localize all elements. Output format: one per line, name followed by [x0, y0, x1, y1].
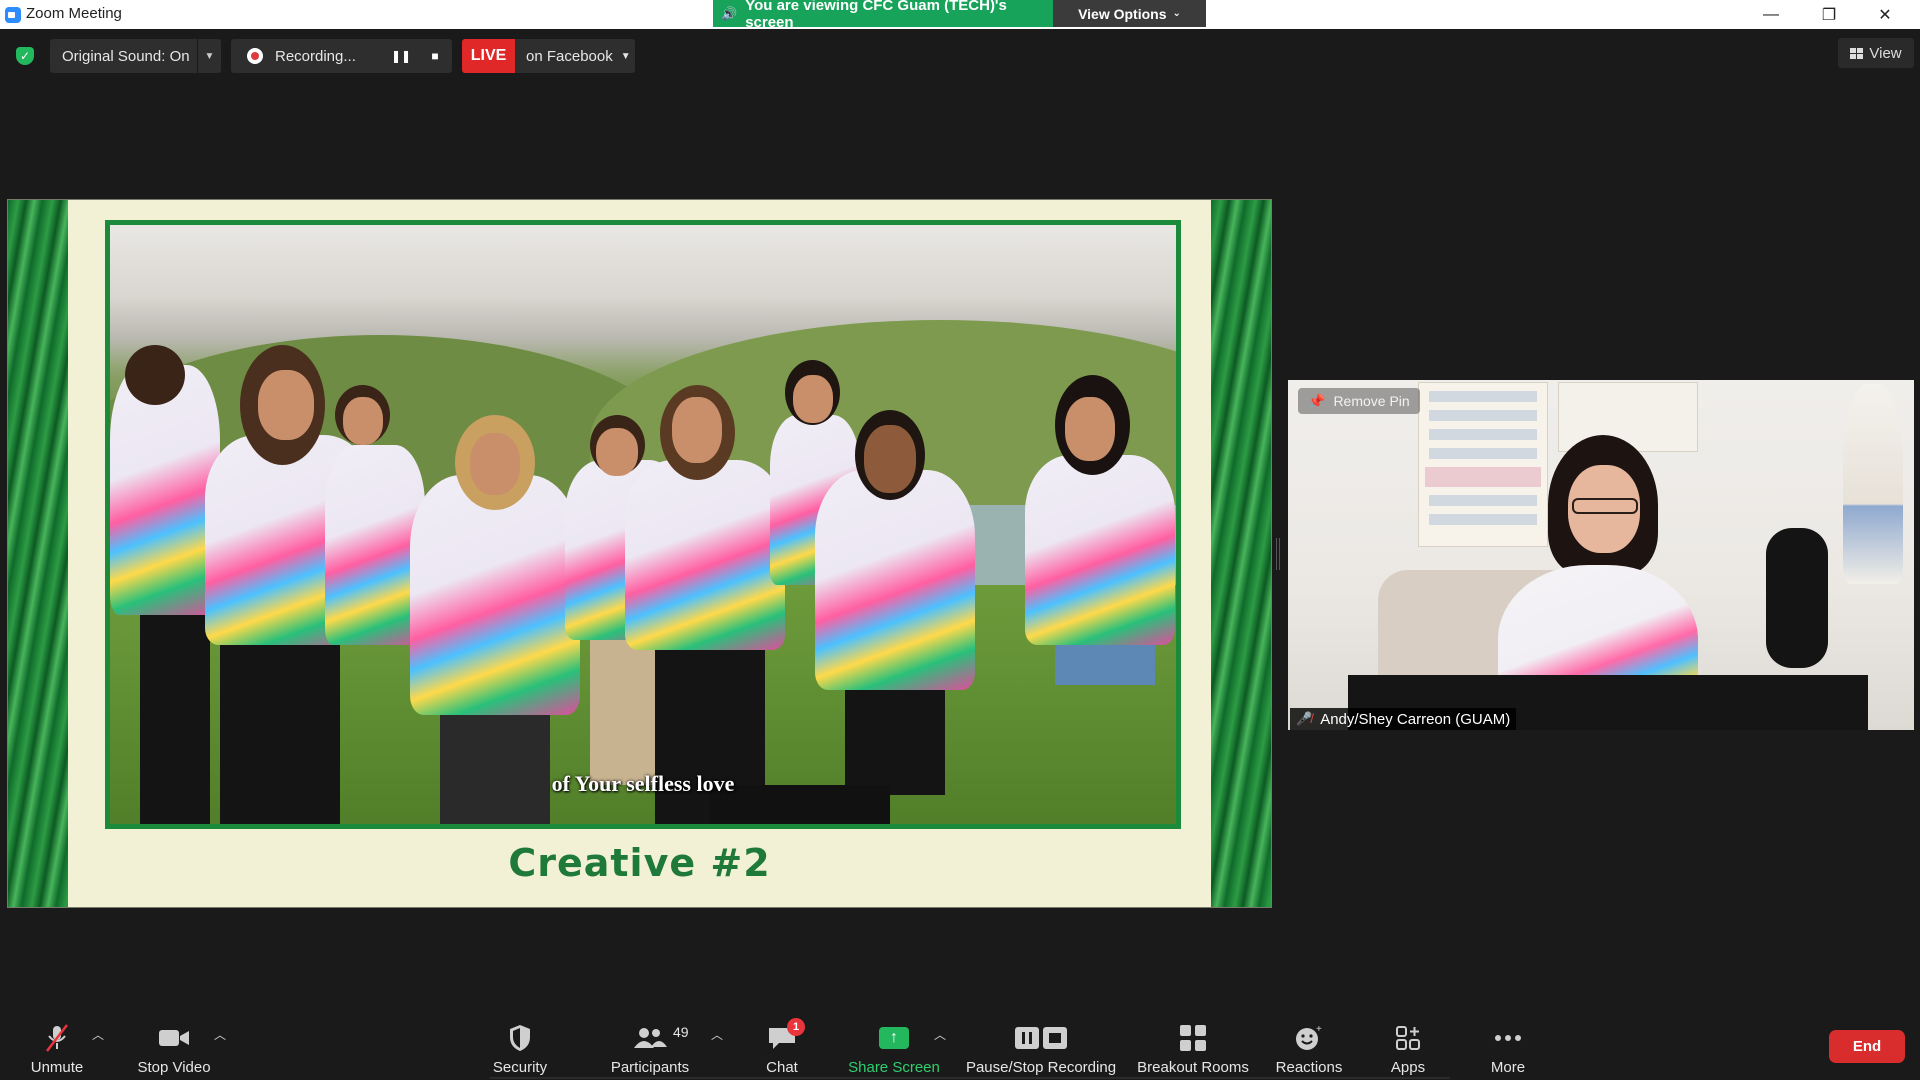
restore-button[interactable]: ❐ — [1806, 0, 1852, 29]
pause-stop-recording-button[interactable]: Pause/Stop Recording — [964, 1016, 1118, 1080]
share-options-caret-icon[interactable]: ︿ — [934, 1026, 946, 1043]
participant-name: Andy/Shey Carreon (GUAM) — [1320, 710, 1511, 728]
person — [1025, 455, 1175, 645]
person — [125, 345, 185, 405]
security-label: Security — [492, 1059, 548, 1076]
participant-glasses — [1572, 498, 1638, 514]
participant-name-tag: 🎤̸ Andy/Shey Carreon (GUAM) — [1290, 708, 1517, 730]
toolbar-divider — [490, 1077, 1450, 1079]
apps-icon — [1395, 1021, 1421, 1055]
person — [672, 397, 722, 463]
share-banner-text: You are viewing CFC Guam (TECH)'s screen — [745, 0, 1007, 31]
pause-stop-icon — [1013, 1021, 1069, 1055]
shared-video-frame: of Your selfless love — [105, 220, 1181, 829]
more-dots-icon — [1494, 1021, 1522, 1055]
shared-screen: of Your selfless love Creative #2 — [7, 199, 1272, 908]
remove-pin-button[interactable]: 📌 Remove Pin — [1298, 388, 1420, 414]
microphone — [1766, 528, 1828, 668]
speaker-icon: 🔊 — [721, 5, 738, 21]
participants-label: Participants — [610, 1059, 690, 1076]
slide-title: Creative #2 — [508, 841, 771, 885]
remove-pin-label: Remove Pin — [1333, 393, 1410, 409]
live-destination-label: on Facebook — [526, 47, 613, 65]
person — [258, 370, 314, 440]
live-destination-dropdown[interactable]: on Facebook ▼ — [515, 39, 635, 73]
statue — [1843, 384, 1903, 584]
participants-options-caret-icon[interactable]: ︿ — [711, 1026, 723, 1043]
reactions-label: Reactions — [1275, 1059, 1343, 1076]
screen-share-banner: 🔊 You are viewing CFC Guam (TECH)'s scre… — [713, 0, 1053, 31]
share-screen-button[interactable]: ↑ Share Screen — [844, 1016, 944, 1080]
muted-microphone-icon — [43, 1021, 71, 1055]
pause-stop-recording-label: Pause/Stop Recording — [965, 1059, 1117, 1076]
view-options-label: View Options — [1078, 5, 1167, 22]
person — [815, 470, 975, 690]
live-badge[interactable]: LIVE — [462, 39, 515, 73]
right-leaf-border — [1211, 200, 1271, 907]
unmute-label: Unmute — [30, 1059, 84, 1076]
video-options-caret-icon[interactable]: ︿ — [214, 1026, 226, 1043]
muted-mic-icon: 🎤̸ — [1296, 711, 1313, 726]
view-button[interactable]: View — [1838, 38, 1914, 68]
apps-label: Apps — [1390, 1059, 1426, 1076]
share-screen-label: Share Screen — [848, 1059, 940, 1076]
video-camera-icon — [158, 1021, 190, 1055]
chat-label: Chat — [766, 1059, 798, 1076]
panel-splitter-handle[interactable] — [1276, 538, 1280, 570]
person — [793, 375, 833, 423]
record-dot-icon — [247, 48, 263, 64]
person — [1065, 397, 1115, 461]
apps-button[interactable]: Apps — [1382, 1016, 1434, 1080]
end-meeting-button[interactable]: End — [1829, 1030, 1905, 1063]
more-label: More — [1490, 1059, 1526, 1076]
person — [625, 460, 785, 650]
person — [410, 475, 580, 715]
participant-count: 49 — [673, 1024, 689, 1040]
chat-unread-badge: 1 — [787, 1018, 805, 1036]
unmute-button[interactable]: Unmute — [22, 1016, 92, 1080]
breakout-rooms-label: Breakout Rooms — [1137, 1059, 1249, 1076]
person — [864, 425, 916, 493]
pause-recording-icon[interactable]: ❚❚ — [384, 39, 418, 73]
person — [470, 433, 520, 495]
pin-icon: 📌 — [1308, 392, 1326, 409]
zoom-logo-icon — [5, 7, 21, 23]
gallery-grid-icon — [1850, 47, 1864, 59]
reactions-button[interactable]: + Reactions — [1270, 1016, 1348, 1080]
svg-text:+: + — [1316, 1024, 1322, 1035]
stop-video-label: Stop Video — [137, 1059, 211, 1076]
wall-sign — [1418, 382, 1548, 547]
chevron-down-icon: ⌄ — [1172, 8, 1181, 19]
security-button[interactable]: Security — [484, 1016, 556, 1080]
recording-label: Recording... — [275, 47, 356, 65]
more-button[interactable]: More — [1480, 1016, 1536, 1080]
breakout-rooms-button[interactable]: Breakout Rooms — [1134, 1016, 1252, 1080]
stop-recording-icon[interactable]: ■ — [418, 39, 452, 73]
breakout-rooms-icon — [1179, 1021, 1207, 1055]
person — [343, 397, 383, 445]
pinned-participant-video[interactable]: 📌 Remove Pin 🎤̸ Andy/Shey Carreon (GUAM) — [1288, 380, 1914, 730]
meeting-controls-bar — [0, 1010, 1920, 1080]
left-leaf-border — [8, 200, 68, 907]
participants-icon — [633, 1021, 667, 1055]
close-button[interactable]: ✕ — [1862, 0, 1908, 29]
minimize-button[interactable]: — — [1748, 0, 1794, 29]
encryption-shield-icon[interactable]: ✓ — [16, 47, 34, 65]
stop-video-button[interactable]: Stop Video — [132, 1016, 216, 1080]
view-options-button[interactable]: View Options ⌄ — [1053, 0, 1206, 27]
original-sound-dropdown-icon[interactable]: ▼ — [197, 39, 221, 73]
recording-indicator: Recording... ❚❚ ■ — [231, 39, 452, 73]
original-sound-label[interactable]: Original Sound: On — [50, 48, 197, 65]
audio-options-caret-icon[interactable]: ︿ — [92, 1026, 104, 1043]
caret-down-icon: ▼ — [620, 50, 631, 62]
view-label: View — [1869, 44, 1902, 62]
security-shield-icon — [508, 1021, 532, 1055]
window-title: Zoom Meeting — [26, 5, 122, 22]
share-screen-icon: ↑ — [879, 1021, 909, 1055]
original-sound-control[interactable]: Original Sound: On ▼ — [50, 39, 221, 73]
lyric-caption: of Your selfless love — [551, 771, 735, 796]
person — [596, 428, 638, 476]
reactions-smiley-icon: + — [1294, 1021, 1324, 1055]
